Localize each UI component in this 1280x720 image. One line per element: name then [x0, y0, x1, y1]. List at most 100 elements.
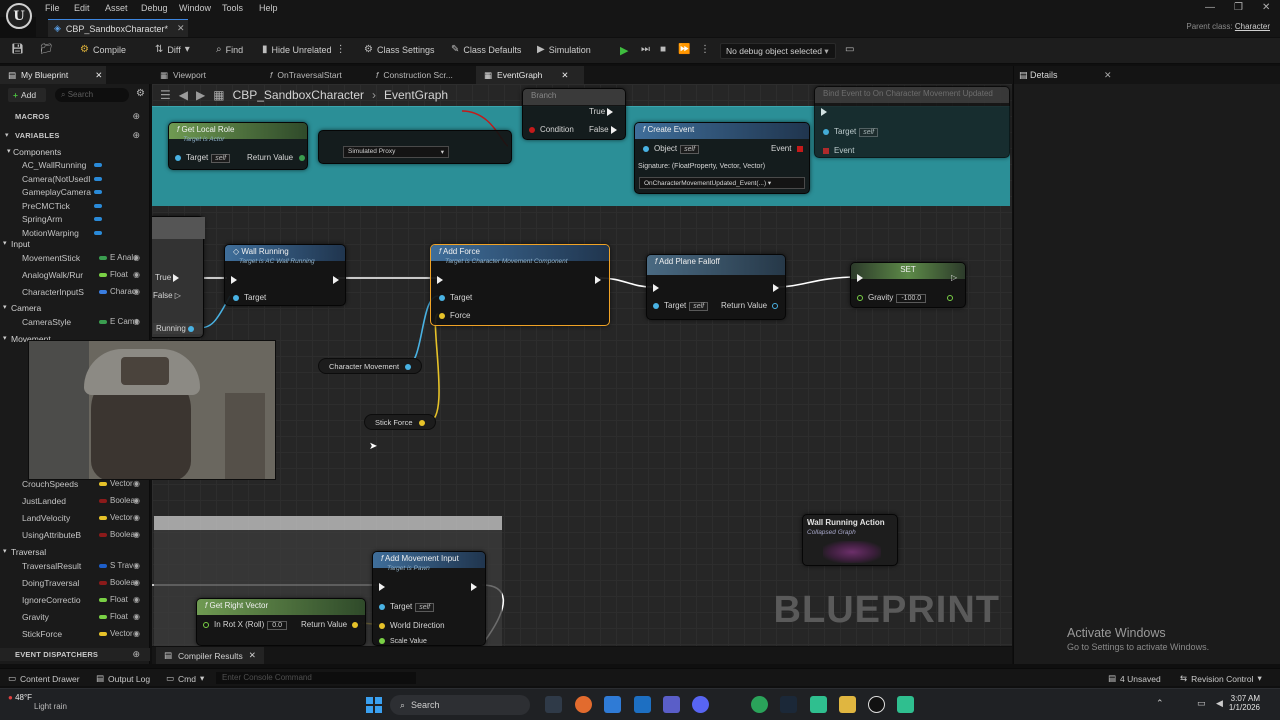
add-event-dispatcher-icon[interactable]: ⊕	[132, 649, 140, 660]
pin-true[interactable]: True	[155, 273, 180, 282]
close-compiler-icon[interactable]: ✕	[249, 650, 256, 661]
revision-control-button[interactable]: ⇆ Revision Control ▾	[1180, 673, 1262, 684]
menu-edit[interactable]: Edit	[74, 3, 90, 13]
pin-event-out[interactable]: Event	[771, 144, 808, 153]
pin-exec-out[interactable]	[333, 275, 339, 284]
add-button[interactable]: + Add	[8, 88, 46, 102]
save-icon[interactable]: 💾︎	[11, 44, 24, 55]
node-set-gravity[interactable]: SET ▷ Gravity -100.0	[850, 262, 966, 308]
variable-item[interactable]: PreCMCTick	[0, 200, 150, 213]
tray-chevron-icon[interactable]: ⌃	[1156, 698, 1164, 709]
visibility-eye-icon[interactable]: ◉	[133, 479, 140, 488]
file-explorer-icon[interactable]	[839, 696, 856, 713]
variable-item[interactable]: TraversalResult S Trav ◉	[0, 560, 150, 573]
visibility-eye-icon[interactable]: ◉	[133, 253, 140, 262]
pin-exec-in[interactable]	[653, 283, 659, 292]
diff-button[interactable]: ⇅ Diff ▾	[155, 44, 190, 55]
pin-exec-out[interactable]	[595, 275, 601, 284]
class-defaults-button[interactable]: ✎ Class Defaults	[451, 44, 521, 55]
pin-exec-in[interactable]	[379, 582, 385, 591]
section-variables[interactable]: ▾ VARIABLES ⊕	[0, 130, 150, 143]
event-graph-canvas[interactable]: ☰ ◀ ▶ ▦ CBP_SandboxCharacter › EventGrap…	[152, 84, 1012, 646]
outlook-icon[interactable]	[634, 696, 651, 713]
tab-construction-script[interactable]: f Construction Scr...	[368, 66, 473, 84]
node-add-plane-falloff[interactable]: f Add Plane Falloff Target self Return Va…	[646, 254, 786, 320]
taskbar-clock[interactable]: 3:07 AM 1/1/2026	[1229, 694, 1260, 712]
pin-object[interactable]: Object self	[643, 144, 700, 154]
breadcrumb-graph[interactable]: EventGraph	[384, 88, 448, 102]
variable-item[interactable]: StickForce Vector ◉	[0, 628, 150, 641]
pin-true[interactable]: True	[589, 107, 614, 116]
weather-widget[interactable]: ● 48°F Light rain	[8, 693, 67, 711]
copilot-icon[interactable]	[575, 696, 592, 713]
variable-item[interactable]: Gravity Float ◉	[0, 611, 150, 624]
parent-class-link[interactable]: Character	[1235, 22, 1270, 31]
close-tab-icon[interactable]: ✕	[177, 23, 185, 34]
pin-exec-in[interactable]	[821, 107, 827, 116]
visibility-eye-icon[interactable]: ◉	[133, 612, 140, 621]
close-my-blueprint-icon[interactable]: ✕	[95, 70, 102, 81]
variable-item[interactable]: LandVelocity Vector ◉	[0, 512, 150, 525]
find-button[interactable]: ⌕ Find	[216, 44, 243, 55]
menu-window[interactable]: Window	[179, 3, 211, 13]
close-window-icon[interactable]: ✕	[1262, 2, 1270, 13]
node-wall-running[interactable]: ◇ Wall Running Target is AC Wall Running…	[224, 244, 346, 306]
roll-value-input[interactable]: 0.0	[267, 621, 287, 630]
store-icon[interactable]	[604, 696, 621, 713]
node-add-movement-input[interactable]: f Add Movement Input Target is Pawn Targ…	[372, 551, 486, 646]
variable-item[interactable]: GameplayCamera	[0, 186, 150, 199]
node-create-event[interactable]: f Create Event Object self Event Signatur…	[634, 122, 810, 194]
pin-gravity-out[interactable]	[947, 293, 958, 302]
menu-asset[interactable]: Asset	[105, 3, 128, 13]
windows-start-icon[interactable]	[366, 697, 382, 713]
task-view-icon[interactable]	[545, 696, 562, 713]
tab-event-graph[interactable]: ▦ EventGraph ✕	[476, 66, 584, 84]
node-bind-event[interactable]: Bind Event to On Character Movement Upda…	[814, 86, 1010, 158]
network-icon[interactable]: ▭	[1197, 698, 1206, 709]
node-stick-force-getter[interactable]: Stick Force	[364, 414, 436, 430]
variable-item[interactable]: AC_WallRunning	[0, 159, 150, 172]
variable-item[interactable]: JustLanded Boolea ◉	[0, 495, 150, 508]
visibility-eye-icon[interactable]: ◉	[133, 270, 140, 279]
maximize-icon[interactable]: ❐	[1234, 2, 1243, 13]
variable-item[interactable]: DoingTraversal Boolea ◉	[0, 577, 150, 590]
play-button[interactable]: ▶	[620, 44, 628, 57]
class-settings-button[interactable]: ⚙ Class Settings	[364, 44, 435, 55]
visibility-eye-icon[interactable]: ◉	[133, 317, 140, 326]
close-details-icon[interactable]: ✕	[1104, 70, 1112, 81]
visibility-eye-icon[interactable]: ◉	[133, 496, 140, 505]
discord-icon[interactable]	[692, 696, 709, 713]
section-event-dispatchers[interactable]: EVENT DISPATCHERS ⊕	[0, 648, 150, 661]
category-input[interactable]: ▾ Input	[0, 238, 150, 251]
pin-false[interactable]: False ▷	[153, 291, 181, 300]
pin-world-direction[interactable]: World Direction	[379, 621, 445, 630]
menu-debug[interactable]: Debug	[141, 3, 168, 13]
visibility-eye-icon[interactable]: ◉	[133, 561, 140, 570]
menu-tools[interactable]: Tools	[222, 3, 243, 13]
minimize-icon[interactable]: —	[1205, 2, 1215, 13]
event-function-select[interactable]: OnCharacterMovementUpdated_Event(...) ▾	[639, 177, 805, 189]
content-drawer-button[interactable]: ▭ Content Drawer	[8, 673, 80, 684]
pin-exec-out[interactable]	[471, 582, 477, 591]
unreal-logo-icon[interactable]: U	[6, 3, 32, 29]
tab-on-traversal-start[interactable]: f OnTraversalStart	[262, 66, 367, 84]
unreal-taskbar-icon[interactable]	[868, 696, 885, 713]
app-icon[interactable]	[810, 696, 827, 713]
pin-gravity[interactable]: Gravity -100.0	[857, 293, 927, 303]
pin-target[interactable]: Target self	[379, 602, 435, 612]
node-character-movement-getter[interactable]: Character Movement	[318, 358, 423, 374]
steam-icon[interactable]	[780, 696, 797, 713]
pin-exec-out[interactable]: ▷	[951, 273, 957, 282]
visibility-eye-icon[interactable]: ◉	[133, 513, 140, 522]
pin-target[interactable]: Target	[439, 293, 472, 302]
node-wall-running-action[interactable]: Wall Running Action Collapsed Graph	[802, 514, 898, 566]
pin-target[interactable]: Target self	[823, 127, 879, 137]
node-add-force[interactable]: f Add Force Target is Character Movement…	[430, 244, 610, 326]
unreal-editor-icon[interactable]	[897, 696, 914, 713]
pin-target[interactable]: Target	[233, 293, 266, 302]
pin-return-value[interactable]: Return Value	[721, 301, 783, 310]
variable-item[interactable]: SpringArm	[0, 213, 150, 226]
tab-compiler-results[interactable]: ▤ Compiler Results ✕	[156, 647, 264, 664]
volume-icon[interactable]: ◀	[1216, 698, 1223, 709]
pin-event[interactable]: Event	[823, 146, 854, 155]
